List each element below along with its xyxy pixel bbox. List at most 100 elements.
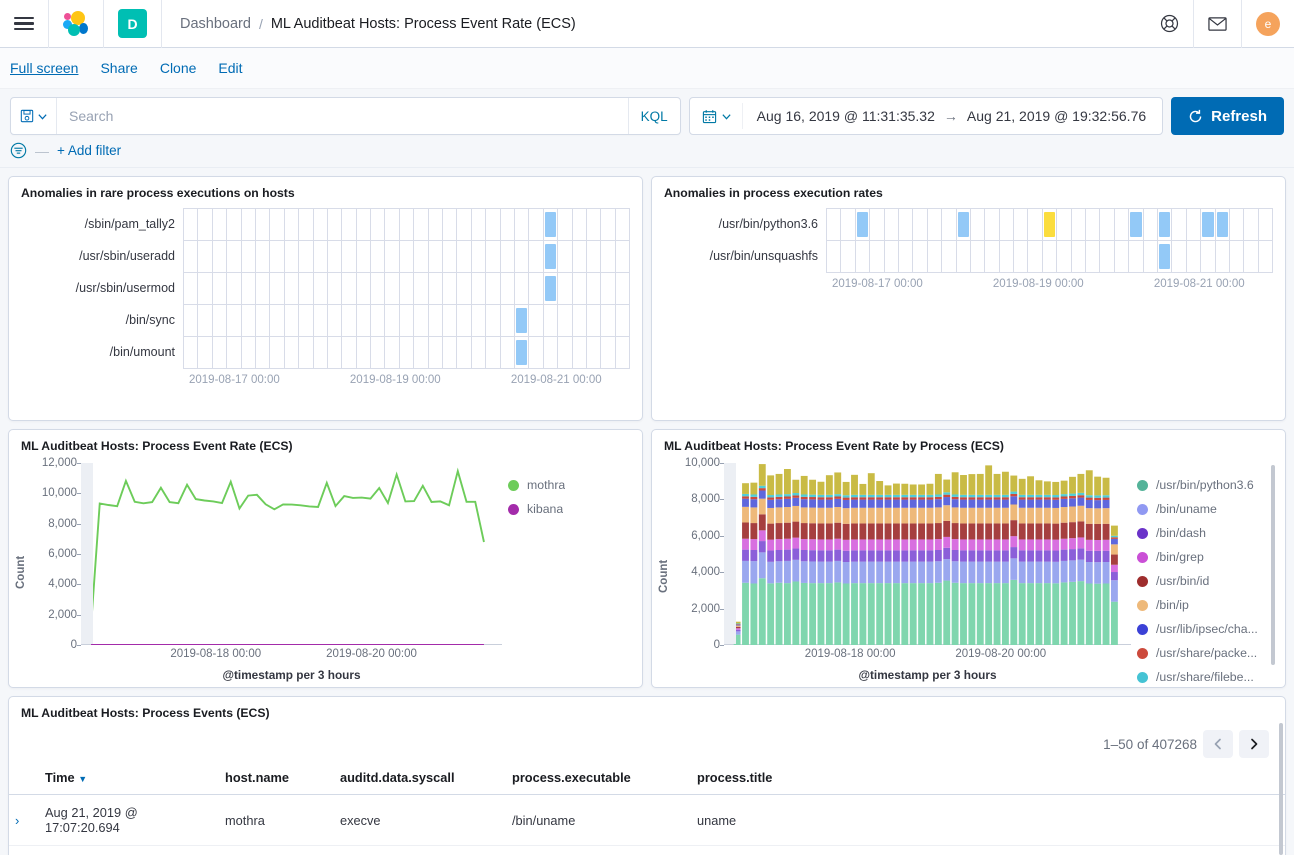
bar-segment[interactable] [826, 500, 833, 508]
heatmap-cell[interactable] [400, 273, 414, 305]
bar-segment[interactable] [910, 550, 917, 561]
stacked-bar[interactable] [1002, 472, 1009, 645]
heatmap-cell[interactable] [242, 305, 256, 337]
bar-segment[interactable] [792, 480, 799, 493]
bar-segment[interactable] [910, 523, 917, 539]
bar-segment[interactable] [859, 484, 866, 495]
bar-segment[interactable] [1002, 500, 1009, 508]
bar-segment[interactable] [901, 484, 908, 495]
heatmap-cell[interactable] [414, 337, 428, 369]
bar-segment[interactable] [742, 499, 749, 507]
heatmap-cell[interactable] [601, 241, 615, 273]
bar-segment[interactable] [960, 475, 967, 495]
bar-segment[interactable] [893, 562, 900, 583]
anomaly-marker-low[interactable] [516, 340, 527, 365]
heatmap-cell[interactable] [299, 241, 313, 273]
stacked-bar[interactable] [1077, 474, 1084, 645]
heatmap-cell[interactable] [1014, 209, 1028, 241]
heatmap-cell[interactable] [1230, 209, 1244, 241]
bar-segment[interactable] [927, 583, 934, 645]
bar-segment[interactable] [818, 523, 825, 539]
heatmap-cell[interactable] [314, 209, 328, 241]
heatmap-cell[interactable] [616, 273, 630, 305]
bar-segment[interactable] [977, 497, 984, 499]
bar-segment[interactable] [801, 550, 808, 561]
bar-segment[interactable] [1052, 524, 1059, 540]
bar-segment[interactable] [960, 539, 967, 550]
query-language-button[interactable]: KQL [628, 98, 680, 134]
bar-segment[interactable] [1010, 494, 1017, 496]
bar-segment[interactable] [843, 583, 850, 645]
bar-segment[interactable] [918, 583, 925, 645]
bar-segment[interactable] [876, 523, 883, 539]
bar-segment[interactable] [1103, 500, 1110, 508]
bar-segment[interactable] [859, 495, 866, 497]
stacked-bar[interactable] [1019, 479, 1026, 645]
stacked-bar[interactable] [851, 475, 858, 645]
bar-segment[interactable] [977, 539, 984, 550]
bar-segment[interactable] [885, 562, 892, 583]
heatmap-cell[interactable] [1100, 241, 1114, 273]
bar-segment[interactable] [1002, 495, 1009, 497]
bar-segment[interactable] [784, 539, 791, 550]
bar-segment[interactable] [968, 474, 975, 495]
bar-segment[interactable] [742, 561, 749, 583]
bar-segment[interactable] [1027, 508, 1034, 524]
bar-segment[interactable] [952, 472, 959, 494]
bar-segment[interactable] [1036, 583, 1043, 645]
bar-segment[interactable] [994, 508, 1001, 524]
bar-segment[interactable] [759, 499, 766, 515]
bar-segment[interactable] [918, 495, 925, 497]
bar-segment[interactable] [1002, 562, 1009, 583]
heatmap-cell[interactable] [227, 337, 241, 369]
bar-segment[interactable] [1052, 583, 1059, 645]
bar-segment[interactable] [910, 484, 917, 494]
heatmap-cell[interactable] [1043, 209, 1057, 241]
heatmap-cell[interactable] [1216, 241, 1230, 273]
bar-segment[interactable] [1077, 521, 1084, 537]
bar-segment[interactable] [1094, 508, 1101, 524]
bar-segment[interactable] [1036, 562, 1043, 583]
bar-segment[interactable] [960, 500, 967, 508]
bar-segment[interactable] [792, 498, 799, 506]
bar-segment[interactable] [935, 550, 942, 561]
heatmap-cell[interactable] [184, 241, 198, 273]
heatmap-cell[interactable] [501, 305, 515, 337]
heatmap-cell[interactable] [285, 273, 299, 305]
heatmap-cell[interactable] [1000, 209, 1014, 241]
bar-segment[interactable] [759, 552, 766, 578]
bar-segment[interactable] [1044, 495, 1051, 497]
bar-segment[interactable] [1094, 524, 1101, 540]
heatmap-cell[interactable] [371, 209, 385, 241]
bar-segment[interactable] [927, 484, 934, 495]
bar-segment[interactable] [776, 499, 783, 507]
heatmap-cell[interactable] [342, 241, 356, 273]
stacked-bar[interactable] [1044, 481, 1051, 645]
anomaly-marker-low[interactable] [1130, 212, 1141, 237]
bar-segment[interactable] [1094, 498, 1101, 500]
bar-segment[interactable] [893, 508, 900, 524]
bar-segment[interactable] [1103, 583, 1110, 645]
bar-segment[interactable] [1002, 523, 1009, 539]
bar-segment[interactable] [977, 583, 984, 645]
bar-segment[interactable] [1044, 523, 1051, 539]
heatmap-cell[interactable] [1057, 241, 1071, 273]
bar-segment[interactable] [943, 480, 950, 493]
legend-item[interactable]: /bin/grep [1137, 545, 1277, 569]
bar-segment[interactable] [851, 495, 858, 497]
date-range-display[interactable]: Aug 16, 2019 @ 11:31:35.32 → Aug 21, 201… [743, 108, 1160, 124]
heatmap-cell[interactable] [856, 209, 870, 241]
heatmap-cell[interactable] [429, 273, 443, 305]
bar-segment[interactable] [968, 583, 975, 645]
bar-segment[interactable] [1002, 508, 1009, 524]
heatmap-cell[interactable] [515, 209, 529, 241]
bar-segment[interactable] [1111, 536, 1118, 537]
heatmap-cell[interactable] [198, 273, 212, 305]
bar-segment[interactable] [1044, 497, 1051, 499]
heatmap-cell[interactable] [256, 273, 270, 305]
heatmap-cells[interactable] [183, 208, 630, 369]
legend-item[interactable]: /usr/share/filebe... [1137, 665, 1277, 688]
bar-segment[interactable] [1052, 500, 1059, 508]
heatmap-cell[interactable] [342, 337, 356, 369]
bar-segment[interactable] [977, 495, 984, 497]
